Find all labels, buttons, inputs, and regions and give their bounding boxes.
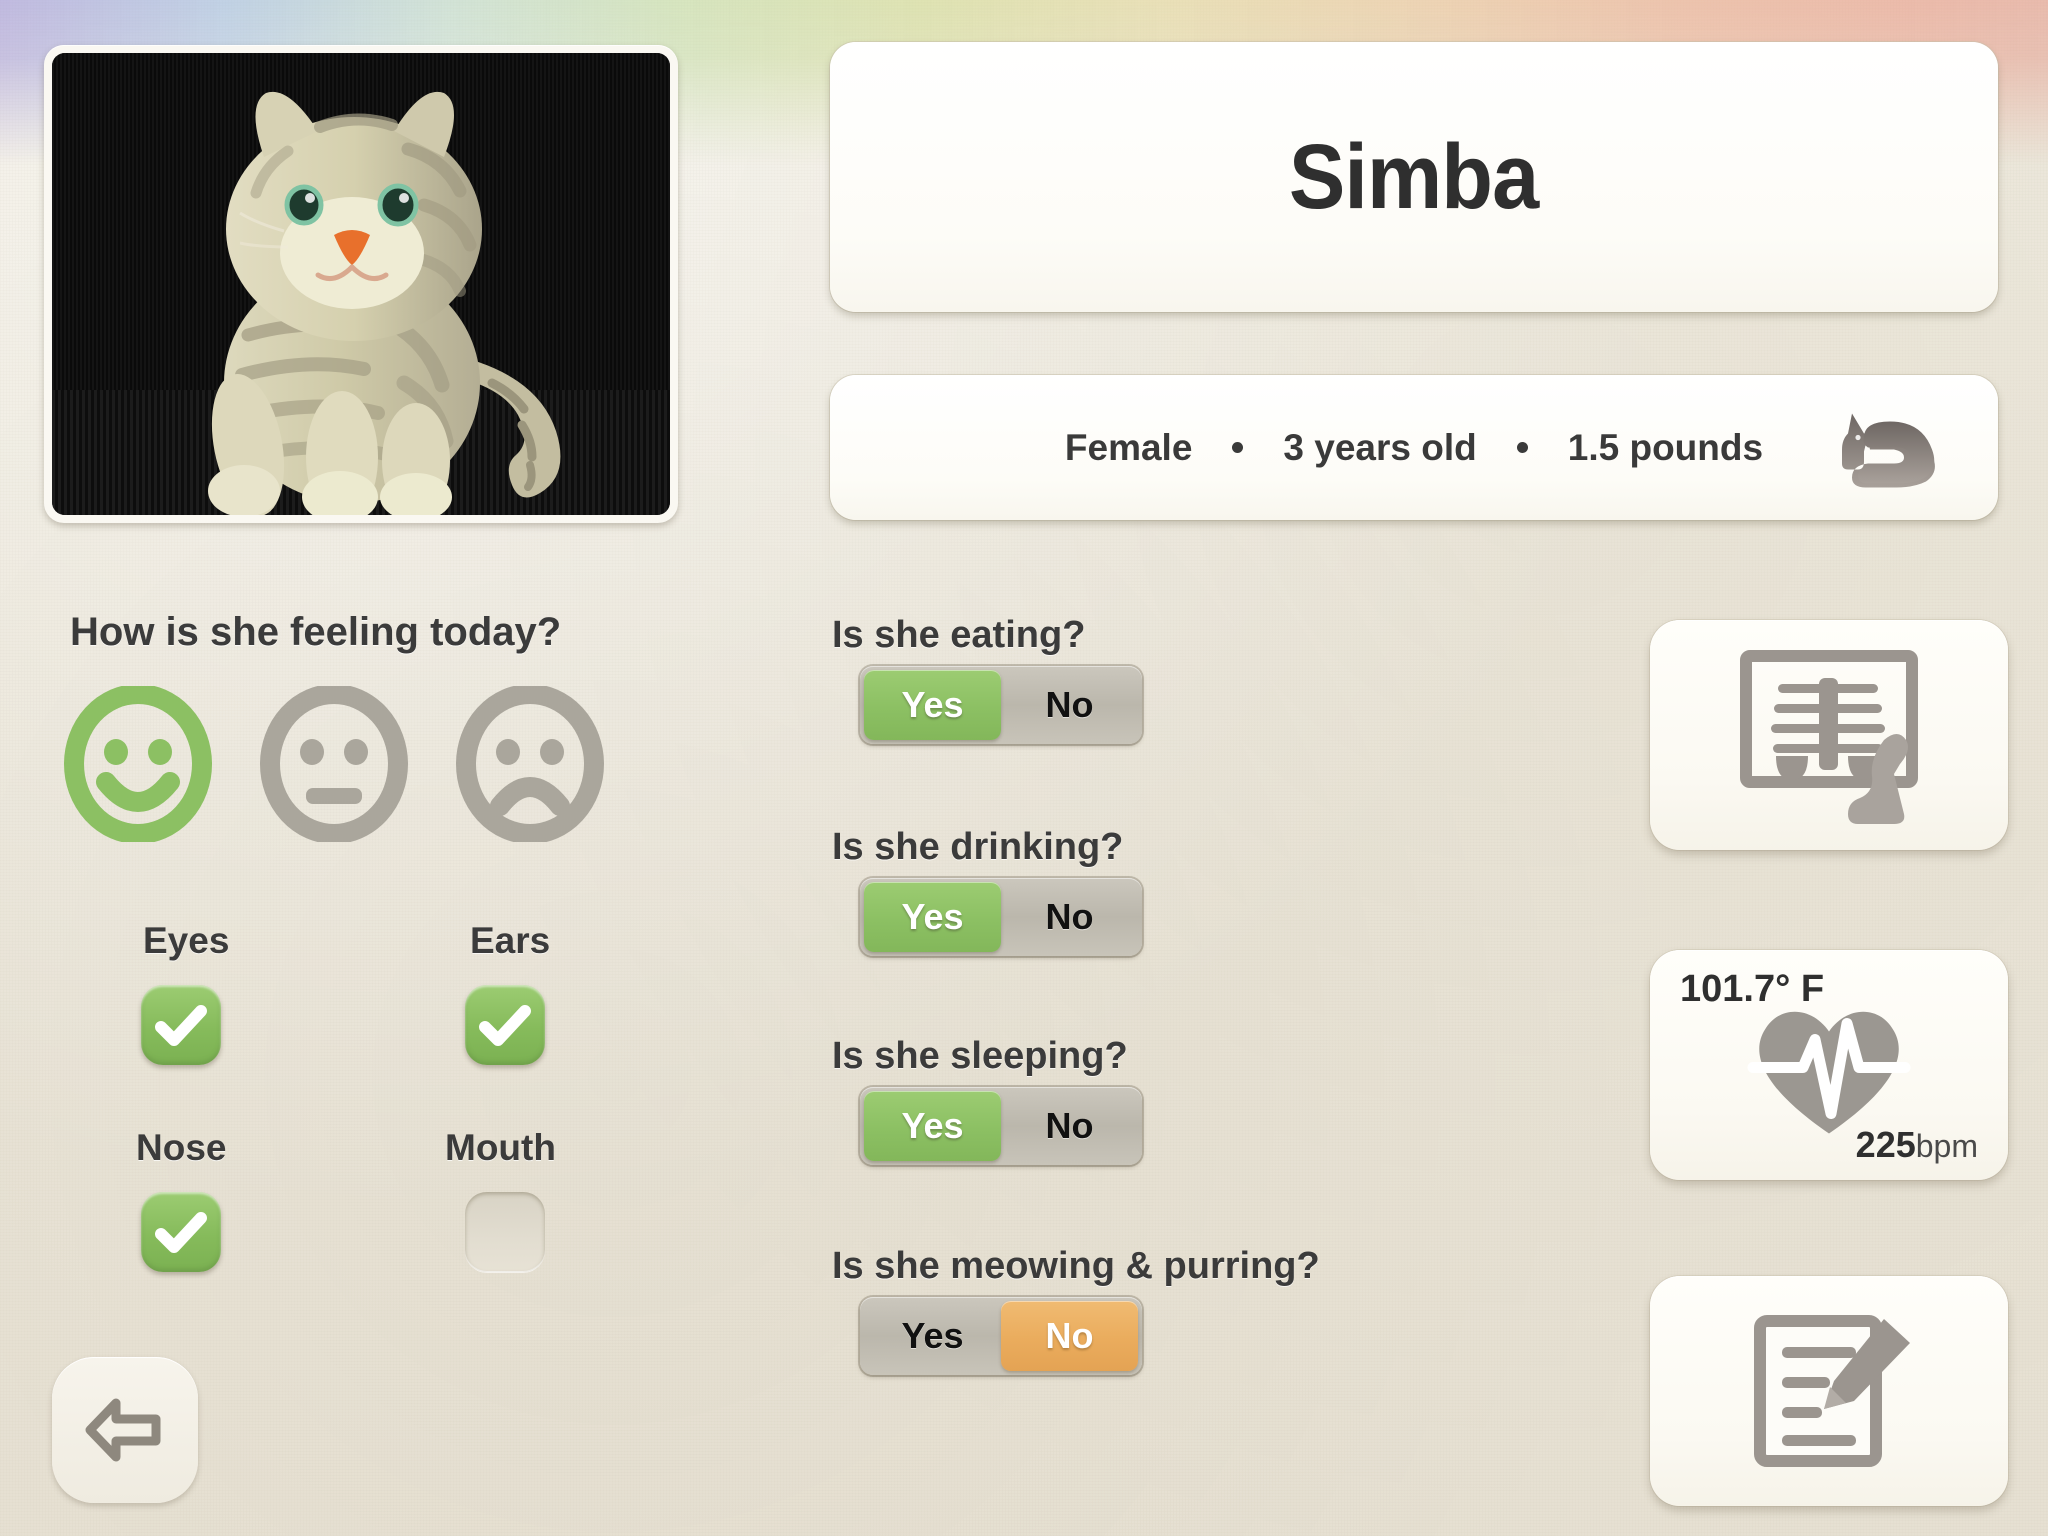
patient-name: Simba <box>1289 125 1539 228</box>
back-button[interactable] <box>52 1357 198 1503</box>
mood-question-label: How is she feeling today? <box>70 610 562 654</box>
patient-photo-card[interactable] <box>44 45 678 523</box>
patient-name-card[interactable]: Simba <box>830 42 1998 312</box>
heart-rate-value: 225 <box>1855 1124 1916 1165</box>
toggle-drinking-yes[interactable]: Yes <box>864 882 1001 952</box>
checkbox-eyes[interactable] <box>141 985 221 1065</box>
plush-cat-illustration <box>208 91 561 515</box>
vitals-card[interactable]: 101.7° F 225bpm <box>1650 950 2008 1180</box>
mood-option-sad[interactable] <box>452 686 608 842</box>
patient-weight: 1.5 pounds <box>1567 426 1764 468</box>
heart-rate-readout: 225bpm <box>1856 1124 1978 1166</box>
checkbox-ears[interactable] <box>465 985 545 1065</box>
toggle-meowing-yes[interactable]: Yes <box>864 1301 1001 1371</box>
patient-info-card[interactable]: Female 3 years old 1.5 pounds <box>830 375 1998 520</box>
check-label-mouth: Mouth <box>445 1127 556 1168</box>
check-icon <box>155 1005 207 1046</box>
patient-info-row: Female 3 years old 1.5 pounds <box>1065 427 1763 469</box>
toggle-meowing[interactable]: Yes No <box>860 1297 1142 1375</box>
toggle-sleeping-no[interactable]: No <box>1001 1091 1138 1161</box>
patient-sex: Female <box>1064 426 1193 468</box>
separator-dot <box>1232 442 1244 453</box>
mood-option-happy[interactable] <box>60 686 216 842</box>
toggle-eating[interactable]: Yes No <box>860 666 1142 744</box>
patient-age: 3 years old <box>1283 426 1477 468</box>
question-label-eating: Is she eating? <box>832 614 1086 656</box>
separator-dot <box>1516 442 1528 453</box>
patient-photo <box>52 53 670 515</box>
toggle-sleeping-yes[interactable]: Yes <box>864 1091 1001 1161</box>
question-label-sleeping: Is she sleeping? <box>832 1035 1128 1077</box>
cat-silhouette-icon <box>1834 403 1946 492</box>
arrow-left-icon <box>85 1398 161 1462</box>
sad-face-icon <box>456 686 604 842</box>
check-label-ears: Ears <box>470 920 551 961</box>
check-label-nose: Nose <box>136 1127 227 1168</box>
toggle-meowing-no[interactable]: No <box>1001 1301 1138 1371</box>
check-label-eyes: Eyes <box>143 920 230 961</box>
toggle-eating-yes[interactable]: Yes <box>864 670 1001 740</box>
toggle-drinking-no[interactable]: No <box>1001 882 1138 952</box>
xray-film-icon <box>1740 650 1918 824</box>
heart-rate-unit: bpm <box>1915 1128 1978 1164</box>
question-label-meowing: Is she meowing & purring? <box>832 1245 1320 1287</box>
happy-face-icon <box>64 686 212 842</box>
neutral-face-icon <box>260 686 408 842</box>
checkbox-mouth[interactable] <box>465 1192 545 1272</box>
notes-pencil-icon <box>1754 1315 1910 1467</box>
mood-option-neutral[interactable] <box>256 686 412 842</box>
check-icon <box>479 1005 531 1046</box>
checkbox-nose[interactable] <box>141 1192 221 1272</box>
check-icon <box>155 1212 207 1253</box>
xray-button[interactable] <box>1650 620 2008 850</box>
toggle-drinking[interactable]: Yes No <box>860 878 1142 956</box>
toggle-eating-no[interactable]: No <box>1001 670 1138 740</box>
toggle-sleeping[interactable]: Yes No <box>860 1087 1142 1165</box>
question-label-drinking: Is she drinking? <box>832 826 1124 868</box>
notes-button[interactable] <box>1650 1276 2008 1506</box>
